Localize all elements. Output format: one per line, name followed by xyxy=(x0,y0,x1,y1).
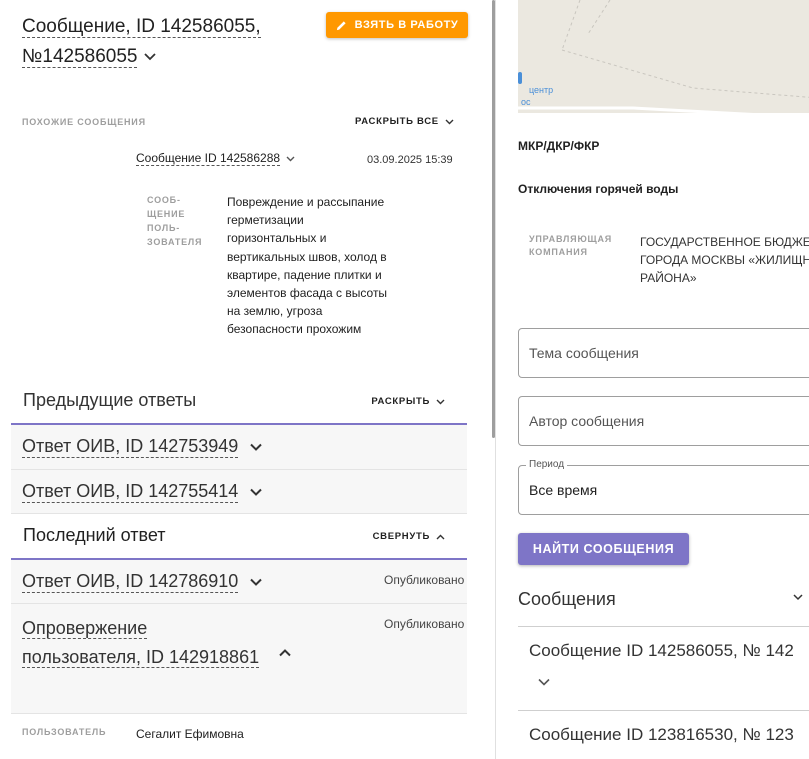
manager-value: ГОСУДАРСТВЕННОЕ БЮДЖЕТ ГОРОДА МОСКВЫ «ЖИ… xyxy=(640,233,809,287)
user-refutation-title[interactable]: Опровержение пользователя, ID 142918861 xyxy=(22,614,267,672)
message-details-panel: Сообщение, ID 142586055, №142586055 ВЗЯТ… xyxy=(0,0,496,759)
divider xyxy=(518,626,809,627)
divider xyxy=(518,710,809,711)
left-panel-scrollbar[interactable] xyxy=(492,0,495,438)
previous-answers-toggle[interactable]: РАСКРЫТЬ xyxy=(371,396,445,407)
outage-label: Отключения горячей воды xyxy=(518,182,679,196)
chevron-down-icon xyxy=(286,156,295,161)
status-badge: Опубликовано xyxy=(384,617,465,631)
last-answer-title[interactable]: Ответ ОИВ, ID 142786910 xyxy=(22,570,263,593)
last-answer-title: Последний ответ xyxy=(23,525,166,545)
mkr-label: МКР/ДКР/ФКР xyxy=(518,139,600,153)
similar-message-link[interactable]: Сообщение ID 142586288 xyxy=(136,151,295,166)
map-label-os: ос xyxy=(521,97,531,107)
last-answer-toggle[interactable]: СВЕРНУТЬ xyxy=(373,531,445,542)
previous-answers-title: Предыдущие ответы xyxy=(23,390,197,410)
period-select[interactable]: Период Все время xyxy=(518,459,809,515)
last-answer-label: Ответ ОИВ, ID 142786910 xyxy=(22,571,239,593)
topic-placeholder: Тема сообщения xyxy=(529,345,639,361)
chevron-down-icon xyxy=(436,399,445,404)
take-to-work-label: ВЗЯТЬ В РАБОТУ xyxy=(354,19,459,31)
user-refutation-label: Опровержение пользователя, ID 142918861 xyxy=(22,618,260,668)
last-answer-header: Последний ответ СВЕРНУТЬ xyxy=(11,514,467,560)
map-label: центр ос xyxy=(521,84,553,108)
find-messages-label: НАЙТИ СООБЩЕНИЯ xyxy=(532,542,675,556)
find-messages-button[interactable]: НАЙТИ СООБЩЕНИЯ xyxy=(518,533,689,565)
take-to-work-button[interactable]: ВЗЯТЬ В РАБОТУ xyxy=(326,12,468,38)
previous-answer-label: Ответ ОИВ, ID 142753949 xyxy=(22,436,239,458)
expand-all-label: РАСКРЫТЬ ВСЕ xyxy=(355,116,439,127)
previous-answer-label: Ответ ОИВ, ID 142755414 xyxy=(22,481,239,503)
previous-answer-title[interactable]: Ответ ОИВ, ID 142755414 xyxy=(22,480,263,503)
manager-value-line: РАЙОНА» xyxy=(640,271,697,285)
message-item[interactable]: Сообщение ID 123816530, № 123 xyxy=(529,725,794,745)
manager-caption: УПРАВЛЯЮЩАЯ КОМПАНИЯ xyxy=(529,234,613,257)
similar-message-link-text: Сообщение ID 142586288 xyxy=(136,151,281,166)
similar-message-date: 03.09.2025 15:39 xyxy=(367,154,453,166)
topic-input[interactable]: Тема сообщения xyxy=(518,328,809,378)
message-item[interactable]: Сообщение ID 142586055, № 142 xyxy=(529,641,794,661)
map-roads xyxy=(518,0,809,113)
chevron-down-icon xyxy=(250,488,263,496)
author-placeholder: Автор сообщения xyxy=(529,413,645,429)
previous-answers-toggle-label: РАСКРЫТЬ xyxy=(371,396,430,407)
chevron-down-icon[interactable] xyxy=(793,594,803,601)
manager-value-line: ГОСУДАРСТВЕННОЕ БЮДЖЕТ xyxy=(640,235,809,249)
page-title-text: Сообщение, ID 142586055, №142586055 xyxy=(22,16,261,68)
previous-answers-header: Предыдущие ответы РАСКРЫТЬ xyxy=(11,379,467,425)
page-title[interactable]: Сообщение, ID 142586055, №142586055 xyxy=(22,12,318,72)
messages-title: Сообщения xyxy=(518,589,616,609)
chevron-down-icon xyxy=(144,53,156,61)
chevron-down-icon xyxy=(250,578,263,586)
map-view[interactable]: центр ос xyxy=(518,0,809,113)
chevron-up-icon[interactable] xyxy=(279,649,291,657)
user-refutation-row[interactable]: Опровержение пользователя, ID 142918861 … xyxy=(11,604,467,714)
last-answer-row[interactable]: Ответ ОИВ, ID 142786910 Опубликовано xyxy=(11,560,467,604)
period-value: Все время xyxy=(529,482,598,498)
similar-messages-caption: ПОХОЖИЕ СООБЩЕНИЯ xyxy=(22,117,146,127)
user-message-text: Повреждение и рассыпание герметизации го… xyxy=(227,195,388,337)
period-label: Период xyxy=(526,459,568,470)
previous-answer-row[interactable]: Ответ ОИВ, ID 142753949 xyxy=(11,425,467,470)
user-caption: ПОЛЬЗОВАТЕЛЬ xyxy=(22,727,107,737)
last-answer-toggle-label: СВЕРНУТЬ xyxy=(372,531,430,542)
author-input[interactable]: Автор сообщения xyxy=(518,396,809,446)
chevron-up-icon xyxy=(436,534,445,539)
chevron-down-icon xyxy=(445,119,454,124)
pencil-icon xyxy=(336,20,346,30)
chevron-down-icon xyxy=(250,443,263,451)
previous-answer-title[interactable]: Ответ ОИВ, ID 142753949 xyxy=(22,435,263,458)
user-value: Сегалит Ефимовна xyxy=(136,727,244,741)
search-panel: центр ос МКР/ДКР/ФКР Отключения горячей … xyxy=(497,0,809,759)
manager-value-line: ГОРОДА МОСКВЫ «ЖИЛИЩН xyxy=(640,253,809,267)
status-badge: Опубликовано xyxy=(384,573,465,587)
expand-all-button[interactable]: РАСКРЫТЬ ВСЕ xyxy=(355,116,454,127)
chevron-down-icon[interactable] xyxy=(538,678,550,686)
map-pin-icon xyxy=(518,72,522,84)
user-message-caption: СООБ-ЩЕНИЕ ПОЛЬ-ЗОВАТЕЛЯ xyxy=(147,195,203,247)
previous-answer-row[interactable]: Ответ ОИВ, ID 142755414 xyxy=(11,470,467,514)
map-label-center: центр xyxy=(529,85,554,95)
